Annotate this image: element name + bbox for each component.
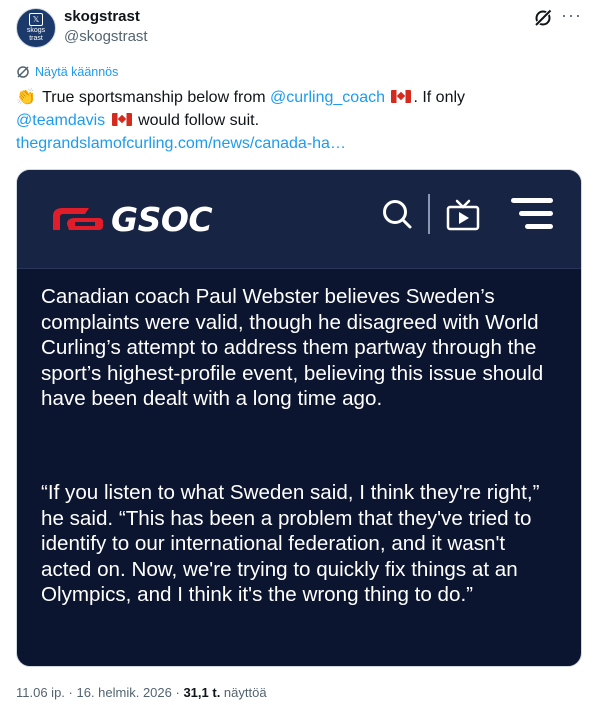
tv-icon: [446, 199, 480, 231]
avatar-text-line2: trast: [29, 35, 43, 42]
gsoc-logo-mark-icon: [53, 208, 103, 230]
translate-label[interactable]: Näytä käännös: [35, 65, 118, 79]
tweet-text-part1: True sportsmanship below from: [37, 89, 271, 106]
display-name[interactable]: skogstrast: [64, 8, 140, 26]
media-paragraph-2: “If you listen to what Sweden said, I th…: [41, 481, 540, 607]
hamburger-menu-icon: [511, 198, 553, 237]
views-count: 31,1 t.: [183, 685, 221, 700]
tweet-time[interactable]: 11.06 ip.: [16, 685, 65, 700]
grok-icon[interactable]: [533, 8, 553, 28]
tweet-text-part3: would follow suit.: [133, 112, 260, 129]
tweet-date[interactable]: 16. helmik. 2026: [76, 685, 171, 700]
media-paragraph-1: Canadian coach Paul Webster believes Swe…: [41, 285, 544, 411]
more-options-icon[interactable]: ···: [561, 6, 581, 28]
search-icon: [383, 200, 412, 229]
mention-curling-coach[interactable]: @curling_coach: [270, 89, 385, 106]
gsoc-logo-text: GSOC: [111, 199, 213, 239]
meta-separator: ·: [171, 685, 184, 700]
globe-icon: [17, 66, 29, 78]
mention-teamdavis[interactable]: @teamdavis: [16, 112, 105, 129]
translate-link[interactable]: Näytä käännös: [16, 64, 118, 80]
gsoc-logo: GSOC: [49, 198, 213, 240]
canada-flag-icon: [391, 90, 412, 103]
meta-separator: ·: [64, 685, 77, 700]
tweet-meta: 11.06 ip. · 16. helmik. 2026 · 31,1 t. n…: [16, 684, 267, 702]
article-link[interactable]: thegrandslamofcurling.com/news/canada-ha…: [16, 135, 346, 152]
tweet-text-part2: . If only: [413, 89, 466, 106]
avatar-text-line1: skogs: [26, 27, 46, 34]
clapping-hands-emoji: 👏: [16, 89, 36, 106]
tweet-text: 👏 True sportsmanship below from @curling…: [16, 86, 581, 155]
tweet-media-image[interactable]: GSOC Canadian coach Paul Webster believe…: [16, 169, 582, 667]
header-divider: [428, 194, 430, 234]
user-handle[interactable]: @skogstrast: [64, 28, 148, 46]
tweet-header: 𝕏 skogs trast skogstrast @skogstrast ···: [16, 6, 581, 48]
media-site-header: GSOC: [17, 170, 581, 269]
canada-flag-icon: [111, 113, 132, 126]
views-label: näyttöä: [220, 685, 267, 700]
avatar[interactable]: 𝕏 skogs trast: [16, 8, 56, 48]
x-logo-icon: 𝕏: [29, 13, 43, 26]
